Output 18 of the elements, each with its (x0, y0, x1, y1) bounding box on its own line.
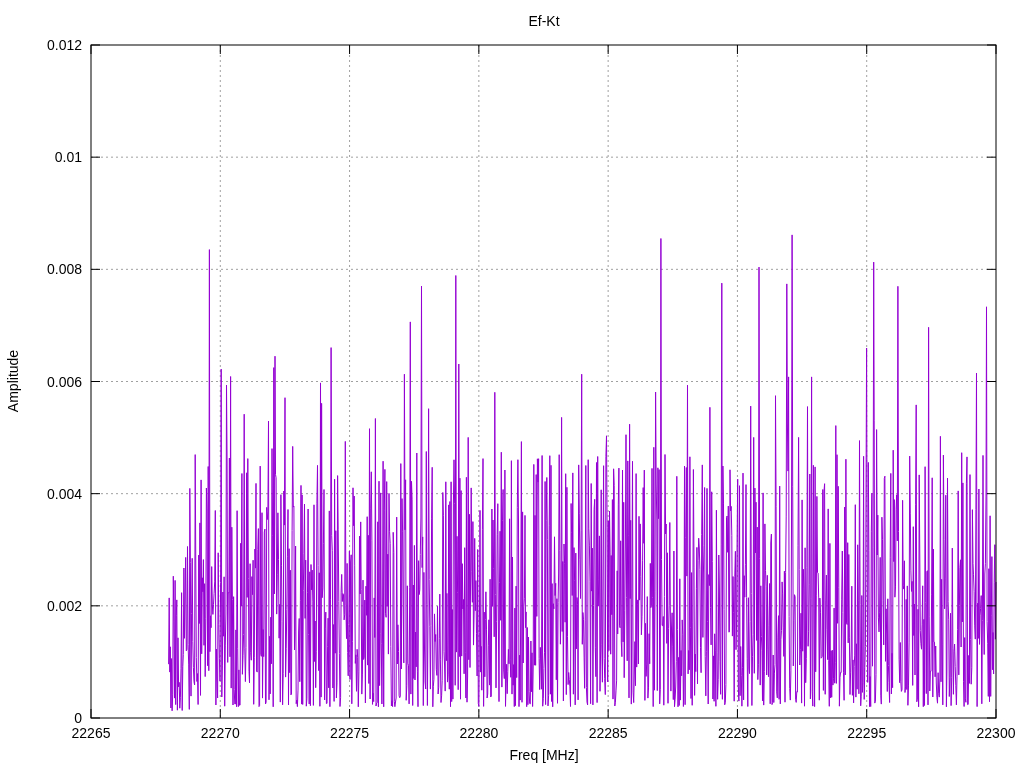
x-tick-label: 22280 (459, 725, 499, 741)
x-tick-label: 22270 (200, 725, 240, 741)
x-tick-label: 22300 (976, 725, 1016, 741)
y-tick-label: 0.012 (46, 37, 82, 53)
chart-title: Ef-Kt (528, 13, 560, 29)
x-tick-label: 22285 (588, 725, 628, 741)
y-axis-label: Amplitude (5, 349, 21, 413)
x-tick-label: 22265 (71, 725, 111, 741)
y-tick-label: 0.002 (46, 597, 82, 614)
y-tick-label: 0.006 (46, 373, 82, 390)
x-tick-label: 22275 (330, 725, 370, 741)
y-tick-label: 0.008 (46, 261, 82, 278)
y-tick-label: 0 (74, 710, 82, 726)
x-tick-label: 22295 (847, 725, 887, 741)
y-tick-label: 0.004 (46, 485, 82, 502)
y-tick-label: 0.01 (54, 149, 82, 166)
x-axis-label: Freq [MHz] (509, 747, 579, 763)
x-tick-label: 22290 (717, 725, 757, 741)
